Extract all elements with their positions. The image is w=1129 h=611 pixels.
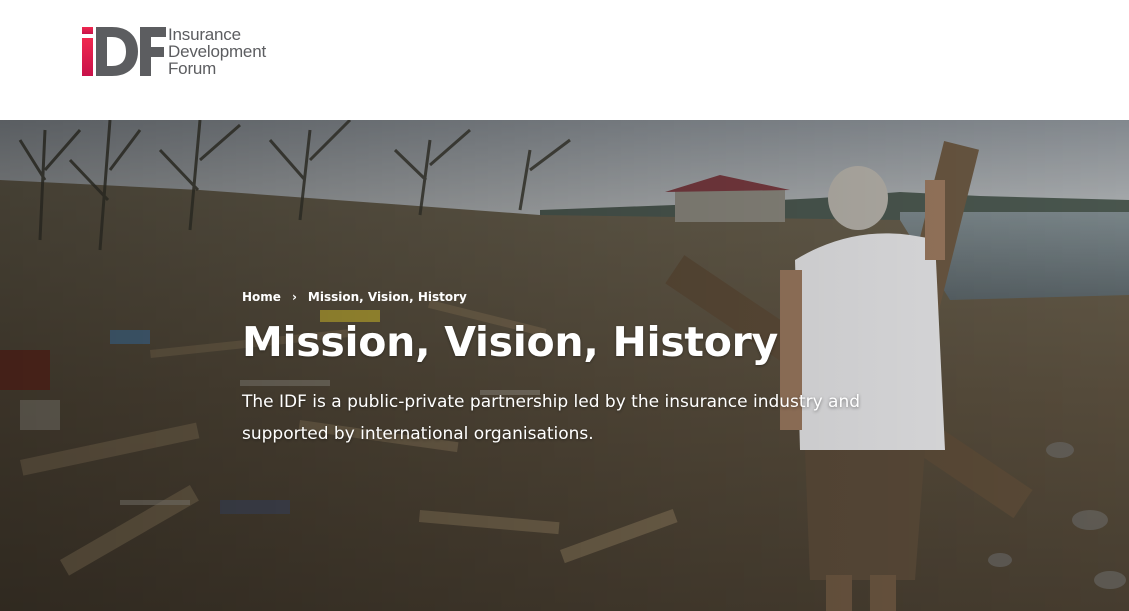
logo-wordmark: Insurance Development Forum [168,26,266,77]
idf-logo-icon [82,27,166,76]
site-header: Insurance Development Forum [0,0,1129,120]
page-title: Mission, Vision, History [242,318,778,366]
logo-line-2: Development [168,42,266,61]
hero-lead-text: The IDF is a public-private partnership … [242,392,861,444]
breadcrumb-current: Mission, Vision, History [307,290,467,304]
idf-logo-link[interactable]: Insurance Development Forum [82,26,266,78]
hero-content: Home › Mission, Vision, History Mission,… [242,290,882,450]
logo-line-1: Insurance [168,25,241,44]
hero-banner: Home › Mission, Vision, History Mission,… [0,120,1129,611]
breadcrumb: Home › Mission, Vision, History [242,290,882,304]
chevron-right-icon: › [291,290,297,304]
breadcrumb-home-link[interactable]: Home [242,290,281,304]
logo-line-3: Forum [168,59,217,78]
